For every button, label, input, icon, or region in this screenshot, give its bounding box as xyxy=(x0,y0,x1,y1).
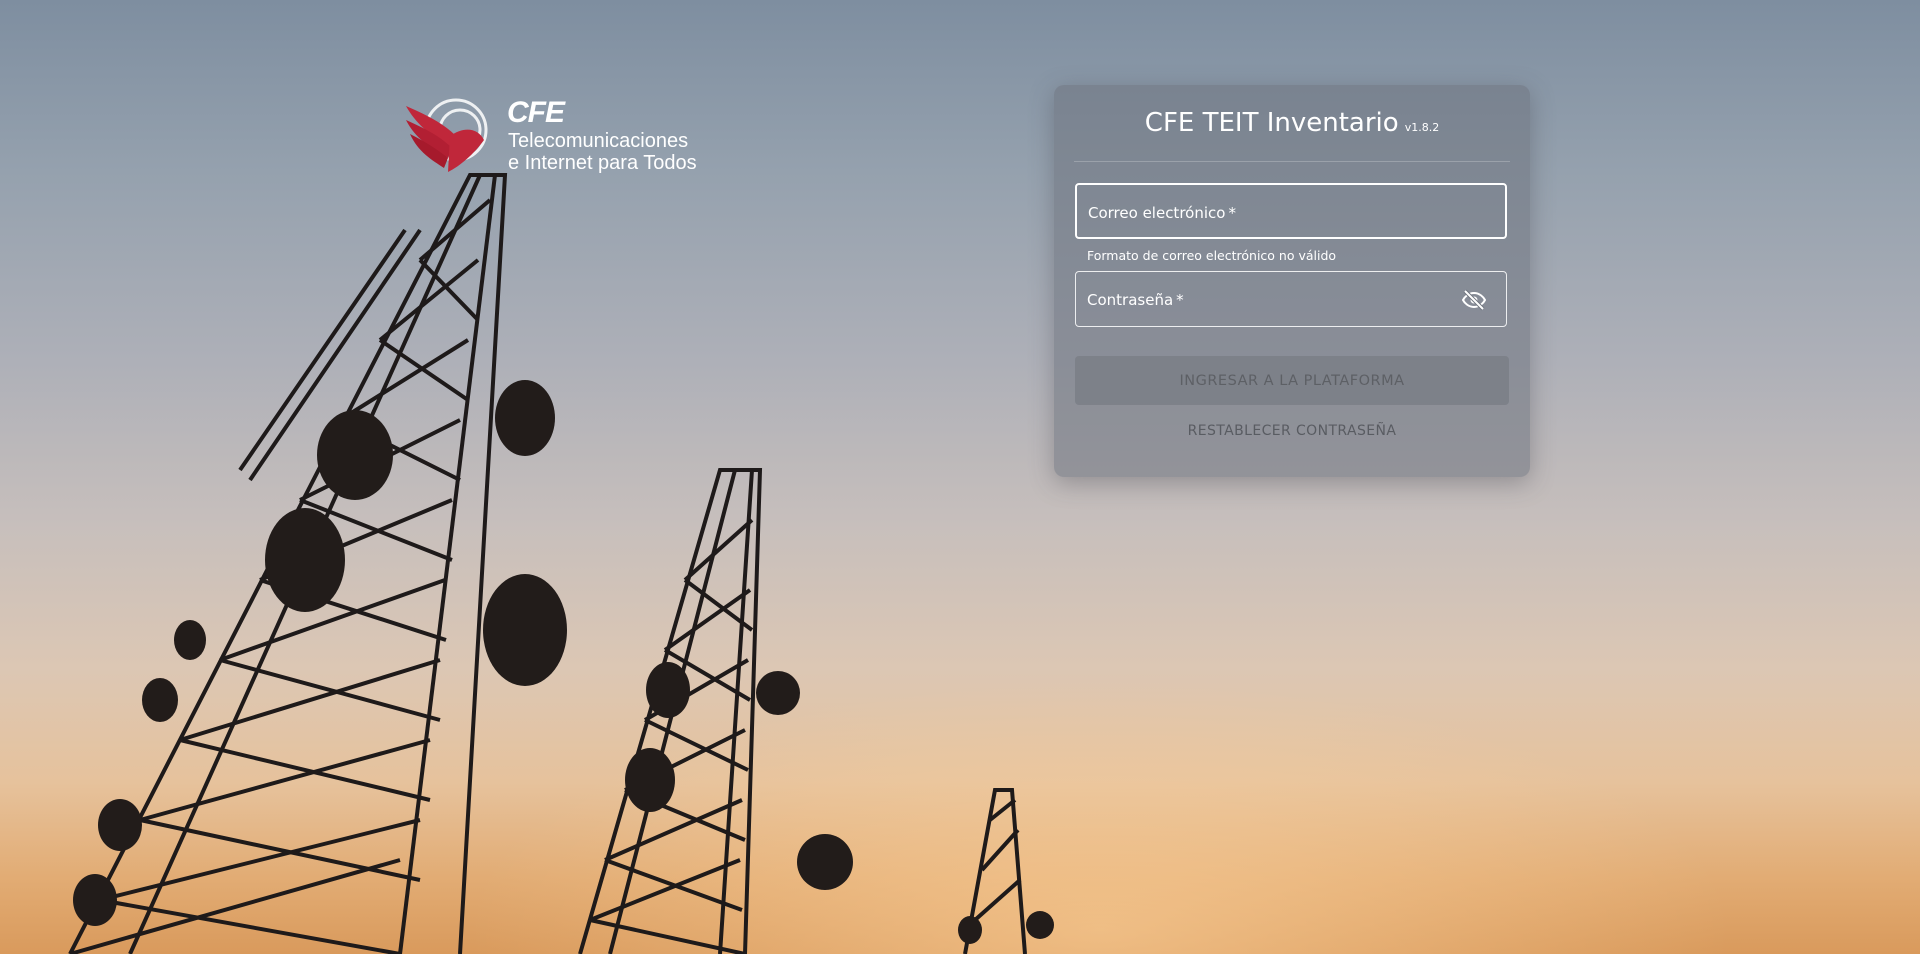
logo-tagline-line2: e Internet para Todos xyxy=(508,152,697,174)
app-title: CFE TEIT Inventario xyxy=(1144,108,1399,138)
cfe-logo: CFE Telecomunicaciones e Internet para T… xyxy=(404,96,724,182)
background-towers-image xyxy=(68,173,1054,954)
eye-off-icon[interactable] xyxy=(1462,288,1486,312)
password-input[interactable] xyxy=(1076,272,1506,326)
login-submit-button[interactable]: INGRESAR A LA PLATAFORMA xyxy=(1075,356,1509,405)
reset-password-link[interactable]: RESTABLECER CONTRASEÑA xyxy=(1054,423,1530,439)
app-version: v1.8.2 xyxy=(1404,120,1440,134)
login-page: CFE Telecomunicaciones e Internet para T… xyxy=(0,0,1920,954)
logo-tagline-line1: Telecomunicaciones xyxy=(508,130,689,152)
login-card: CFE TEIT Inventario v1.8.2 Correo electr… xyxy=(1054,85,1530,477)
email-error-message: Formato de correo electrónico no válido xyxy=(1087,248,1337,263)
password-field[interactable]: Contraseña * xyxy=(1075,271,1507,327)
email-input[interactable] xyxy=(1077,185,1505,237)
login-card-header: CFE TEIT Inventario v1.8.2 xyxy=(1074,85,1510,162)
email-field[interactable]: Correo electrónico * xyxy=(1075,183,1507,239)
cfe-bird-emblem-icon xyxy=(406,98,488,172)
logo-brand-text: CFE xyxy=(507,96,565,129)
